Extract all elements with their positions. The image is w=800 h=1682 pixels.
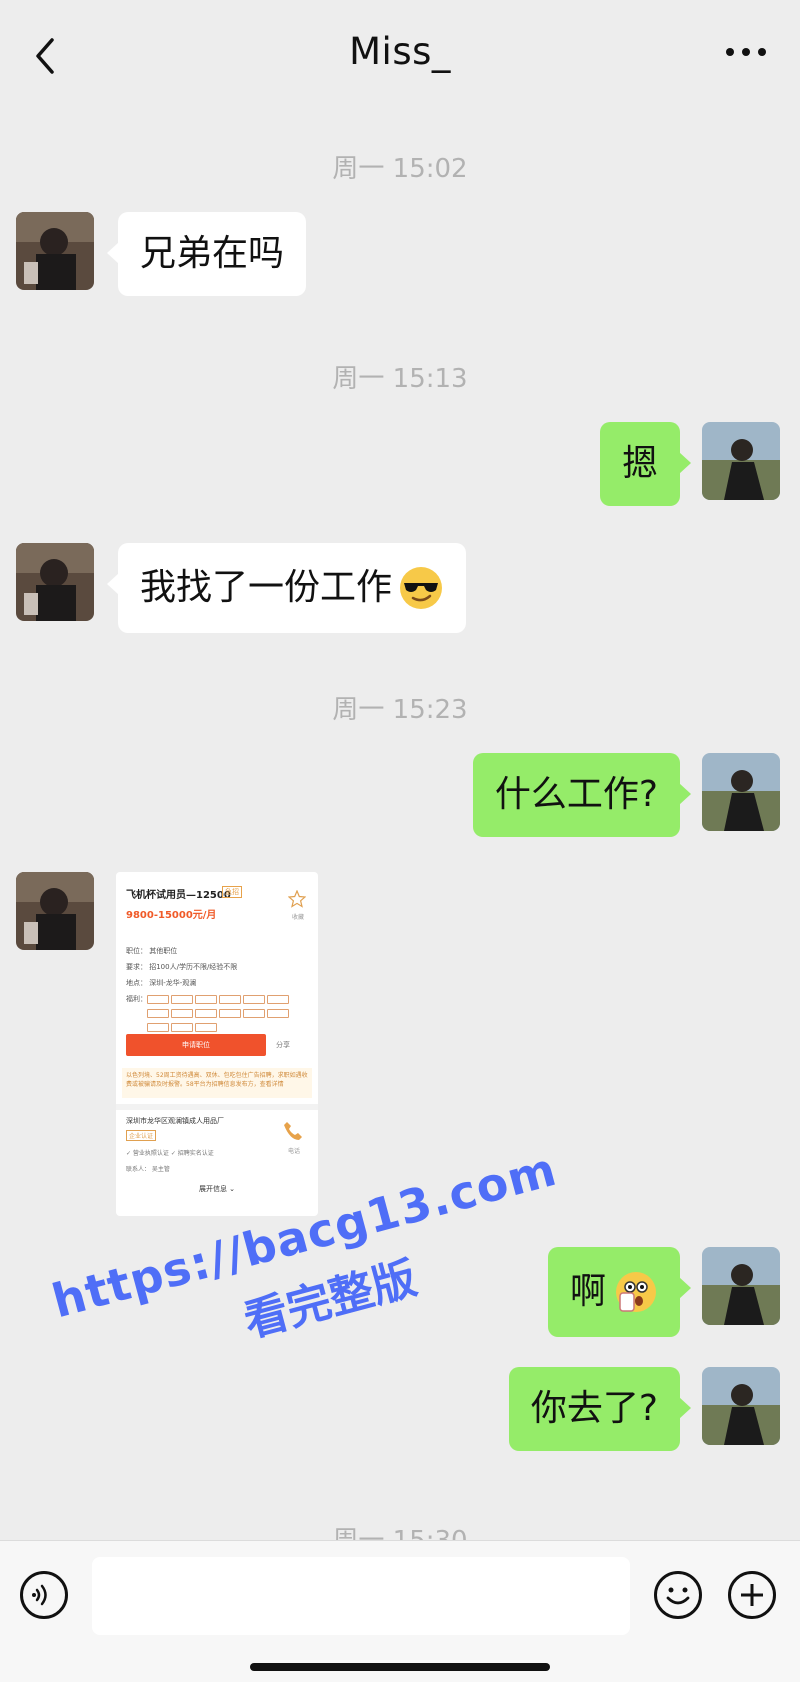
job-salary: 9800-15000元/月 <box>126 910 217 921</box>
message-text: 我找了一份工作 <box>140 567 393 608</box>
my-avatar[interactable] <box>702 1367 780 1445</box>
voice-input-icon[interactable] <box>20 1571 68 1619</box>
my-avatar[interactable] <box>702 422 780 500</box>
message-text: 啊 <box>569 1271 606 1312</box>
contact-avatar[interactable] <box>16 872 94 950</box>
job-row: 要求： 招100人/学历不限/经验不限 <box>126 963 238 971</box>
urgent-badge: 急招 <box>222 886 242 898</box>
add-attachment-icon[interactable] <box>728 1571 776 1619</box>
shocked-face-emoji-icon <box>612 1269 658 1315</box>
incoming-message[interactable]: 我找了一份工作 <box>106 543 467 633</box>
outgoing-message[interactable]: 啊 <box>547 1247 692 1337</box>
outgoing-message[interactable]: 摁 <box>599 422 692 506</box>
message-text: 什么工作? <box>494 774 658 815</box>
timestamp: 周一 15:13 <box>332 364 468 394</box>
message-text: 你去了? <box>530 1388 658 1429</box>
apply-button: 申请职位 <box>126 1034 266 1056</box>
favorite-label: 收藏 <box>291 914 304 921</box>
chat-header: Miss_ <box>0 0 800 108</box>
outgoing-message[interactable]: 你去了? <box>508 1367 692 1451</box>
contact-avatar[interactable] <box>16 543 94 621</box>
incoming-message[interactable]: 兄弟在吗 <box>106 212 307 296</box>
job-row: 福利： <box>126 995 147 1003</box>
message-input[interactable] <box>92 1557 630 1635</box>
message-text: 摁 <box>621 443 658 484</box>
share-label: 分享 <box>276 1041 290 1049</box>
benefit-tags <box>146 994 306 1036</box>
job-row: 职位： 其他职位 <box>126 947 178 955</box>
my-avatar[interactable] <box>702 1247 780 1325</box>
message-text: 兄弟在吗 <box>140 233 285 274</box>
job-row: 地点： 深圳-龙华-观澜 <box>126 979 197 987</box>
contact-avatar[interactable] <box>16 212 94 290</box>
cool-sunglasses-emoji-icon <box>398 565 444 611</box>
timestamp: 周一 15:23 <box>332 695 468 725</box>
job-title: 飞机杯试用员—12500 <box>126 890 231 901</box>
home-indicator <box>250 1663 550 1671</box>
chat-title: Miss_ <box>349 30 451 73</box>
my-avatar[interactable] <box>702 753 780 831</box>
timestamp: 周一 15:02 <box>332 154 468 184</box>
notice-text: 以色列境、52周工资待遇高、双休、包吃包住广告招聘，求职如遇收费或被骗请及时报警… <box>122 1068 312 1098</box>
emoji-picker-icon[interactable] <box>654 1571 702 1619</box>
star-icon <box>287 889 307 908</box>
input-bar <box>0 1540 800 1682</box>
more-options-icon[interactable] <box>724 40 768 66</box>
outgoing-message[interactable]: 什么工作? <box>472 753 692 837</box>
